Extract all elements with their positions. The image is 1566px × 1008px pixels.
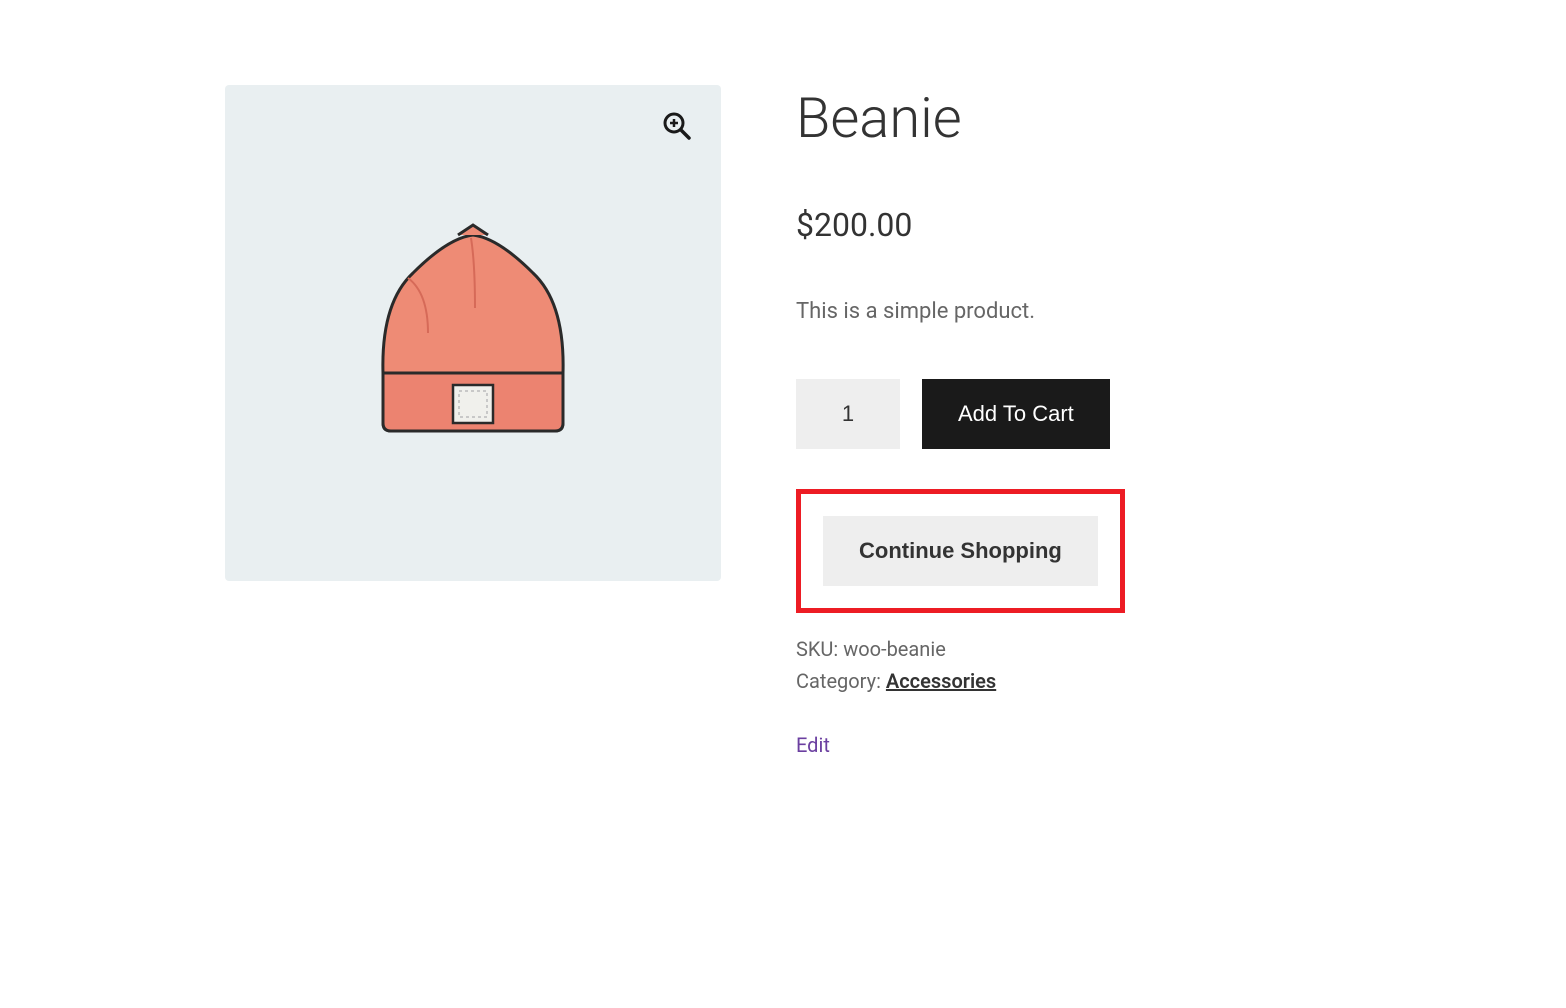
product-details: Beanie $200.00 This is a simple product.… xyxy=(796,85,1566,757)
category-link[interactable]: Accessories xyxy=(886,669,996,693)
product-image[interactable] xyxy=(333,193,613,473)
edit-link[interactable]: Edit xyxy=(796,733,830,757)
sku-line: SKU: woo-beanie xyxy=(796,637,1566,661)
product-title: Beanie xyxy=(796,85,1566,151)
product-meta: SKU: woo-beanie Category: Accessories Ed… xyxy=(796,637,1566,757)
product-page: Beanie $200.00 This is a simple product.… xyxy=(0,0,1566,757)
product-price: $200.00 xyxy=(796,206,1566,244)
product-image-panel xyxy=(225,85,721,581)
category-label: Category: xyxy=(796,669,886,693)
cart-row: Add To Cart xyxy=(796,379,1566,449)
sku-label: SKU: xyxy=(796,637,843,661)
product-description: This is a simple product. xyxy=(796,299,1566,324)
quantity-input[interactable] xyxy=(796,379,900,449)
sku-value: woo-beanie xyxy=(843,637,946,661)
category-line: Category: Accessories xyxy=(796,669,1566,693)
zoom-icon[interactable] xyxy=(661,110,693,142)
continue-shopping-button[interactable]: Continue Shopping xyxy=(823,516,1098,586)
highlight-box: Continue Shopping xyxy=(796,489,1125,613)
add-to-cart-button[interactable]: Add To Cart xyxy=(922,379,1110,449)
